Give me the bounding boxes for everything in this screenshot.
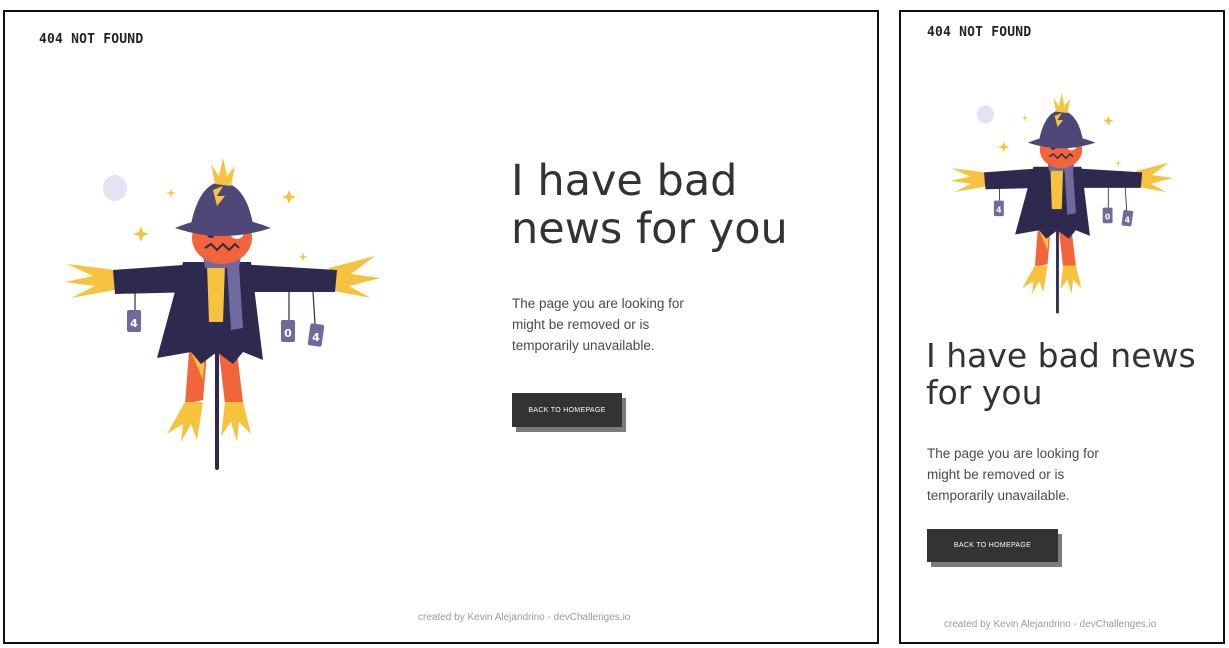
- sparkle-icon: [298, 252, 308, 262]
- footer-credit: created by Kevin Alejandrino - devChalle…: [944, 619, 1157, 630]
- can-label: 0: [284, 327, 292, 340]
- can-label: 0: [1105, 213, 1111, 222]
- brand-logo[interactable]: 404 NOT FOUND: [927, 25, 1031, 40]
- sparkle-icon: [998, 141, 1010, 153]
- scarecrow-illustration: 4 0 4: [950, 93, 1174, 314]
- sparkle-icon: [1114, 159, 1122, 167]
- sparkle-icon: [166, 188, 176, 198]
- desktop-view: 404 NOT FOUND 4 0 4 I have bad news for …: [3, 10, 879, 644]
- headline: I have bad news for you: [926, 336, 1196, 412]
- error-message: The page you are looking for might be re…: [927, 446, 1099, 503]
- sparkle-icon: [1103, 115, 1114, 126]
- moon-icon: [103, 175, 127, 201]
- can-label: 4: [996, 206, 1002, 215]
- brand-logo[interactable]: 404 NOT FOUND: [39, 32, 143, 47]
- scarecrow-illustration: 4 0 4: [65, 158, 381, 470]
- footer-credit: created by Kevin Alejandrino - devChalle…: [418, 612, 631, 623]
- back-to-homepage-button[interactable]: BACK TO HOMEPAGE: [927, 529, 1058, 562]
- sparkle-icon: [133, 226, 149, 242]
- can-label: 4: [312, 331, 320, 344]
- back-to-homepage-button[interactable]: BACK TO HOMEPAGE: [512, 393, 622, 427]
- can-label: 4: [1125, 215, 1131, 224]
- error-message: The page you are looking for might be re…: [512, 296, 684, 353]
- headline: I have bad news for you: [511, 156, 788, 255]
- sparkle-icon: [1021, 114, 1029, 122]
- mobile-view: 404 NOT FOUND 4 0 4 I have bad news for …: [899, 10, 1225, 644]
- sparkle-icon: [282, 190, 296, 204]
- can-label: 4: [130, 317, 138, 330]
- moon-icon: [976, 105, 994, 124]
